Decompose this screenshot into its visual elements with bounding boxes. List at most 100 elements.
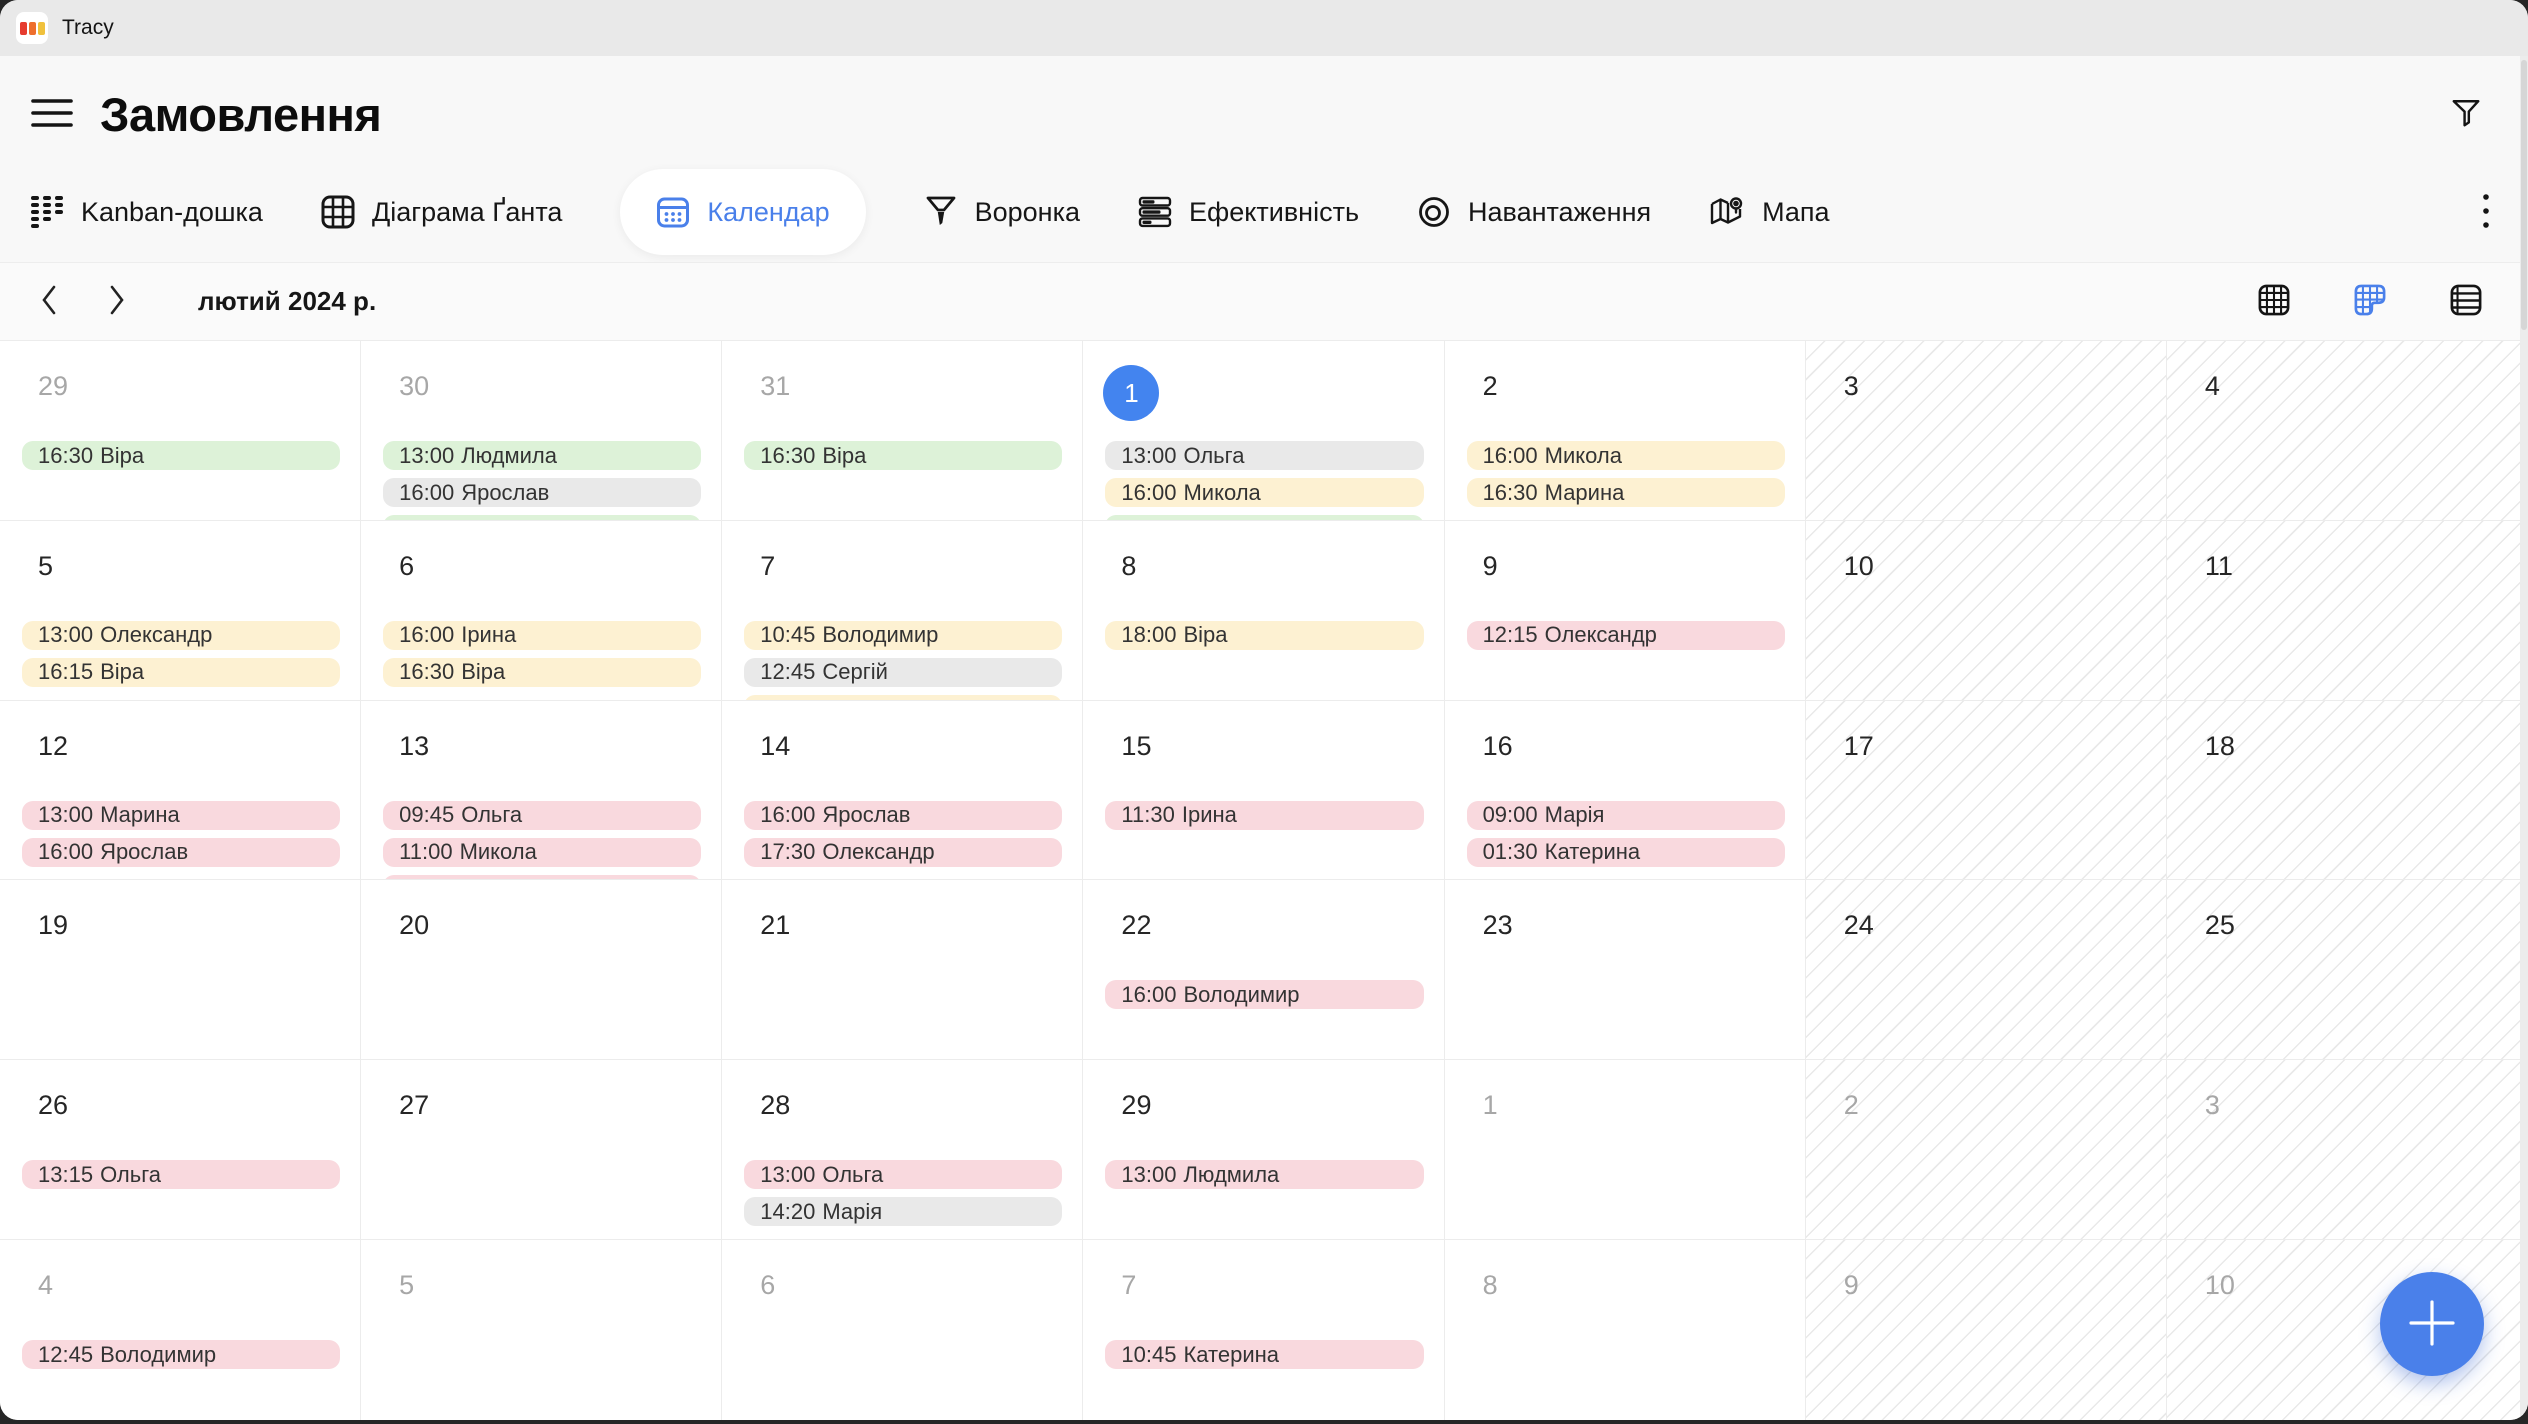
event-pill[interactable]: 16:00 Володимир [1105,980,1424,1010]
event-pill[interactable]: 13:00 Ольга [744,1160,1063,1190]
event-pill[interactable]: 12:45 Сергій [744,657,1063,687]
tab-map[interactable]: Мапа [1709,195,1830,229]
day-cell-30[interactable]: 3013:00Людмила16:00Ярослав16:30Олександр [361,341,723,521]
day-cell-31[interactable]: 31 16:30 Віра [722,341,1084,521]
day-cell-8[interactable]: 8 18:00 Віра [1083,520,1445,701]
day-cell-23[interactable]: 23 [1444,880,1806,1061]
event-pill[interactable]: 01:30 Катерина [1466,837,1785,867]
day-cell-6[interactable]: 6 [722,1240,1084,1420]
event-pill[interactable]: 16:00 Ярослав [383,478,702,507]
event-pill[interactable]: 09:00 Марія [1466,800,1785,830]
next-month-button[interactable] [108,284,126,319]
day-cell-17[interactable]: 17 [1805,700,2167,881]
event-pill[interactable]: 14:20 Марія [744,1197,1063,1227]
event-name: Володимир [822,622,939,648]
tab-calendar[interactable]: Календар [620,169,866,255]
day-cell-2[interactable]: 2 16:00 Микола 16:30 Марина [1444,341,1806,521]
day-cell-7[interactable]: 710:45Володимир12:45Сергій16:30Віра [722,520,1084,701]
event-pill[interactable]: 16:00 Ярослав [22,837,341,867]
day-cell-12[interactable]: 12 13:00 Марина 16:00 Ярослав [0,700,362,881]
day-cell-25[interactable]: 25 [2166,880,2528,1061]
day-events: 10:45 Катерина [1105,1340,1424,1370]
day-cell-19[interactable]: 19 [0,880,362,1061]
day-cell-10[interactable]: 10 [1805,520,2167,701]
add-order-button[interactable] [2380,1272,2484,1376]
day-cell-9[interactable]: 9 [1805,1240,2167,1420]
event-pill[interactable]: 16:30 Марина [1466,478,1785,507]
multiweek-view-button[interactable] [2354,284,2386,319]
event-pill[interactable]: 16:30Віра [744,441,1063,470]
day-cell-1[interactable]: 1 [1444,1060,1806,1241]
day-cell-5[interactable]: 5 [361,1240,723,1420]
event-name: Віра [461,659,506,685]
event-pill[interactable]: 17:30 Олександр [744,837,1063,867]
day-cell-5[interactable]: 5 13:00 Олександр 16:15 Віра [0,520,362,701]
event-pill[interactable]: 13:00 Олександр [22,620,341,650]
scrollbar[interactable] [2520,56,2528,1420]
day-cell-16[interactable]: 16 09:00 Марія 01:30 Катерина [1444,700,1806,881]
tab-gantt[interactable]: Діаграма Ґанта [321,195,562,229]
day-cell-7[interactable]: 7 10:45 Катерина [1083,1240,1445,1420]
month-view-button[interactable] [2258,284,2290,319]
event-pill[interactable]: 16:00 Ірина [383,620,702,650]
event-pill[interactable]: 12:15 Олександр [1466,620,1785,650]
event-pill[interactable]: 16:00 Микола [1466,441,1785,470]
day-cell-14[interactable]: 14 16:00 Ярослав 17:30 Олександр [722,700,1084,881]
more-options-button[interactable] [2480,192,2492,233]
day-cell-8[interactable]: 8 [1445,1240,1806,1420]
day-cell-2[interactable]: 2 [1805,1060,2167,1241]
event-pill[interactable]: 16:30Віра [22,441,341,470]
event-pill[interactable]: 10:45 Володимир [744,620,1063,650]
day-cell-4[interactable]: 4 [2166,341,2528,521]
event-pill[interactable]: 13:00 Людмила [1105,1160,1424,1190]
event-pill[interactable]: 18:00 Віра [1105,620,1424,650]
event-pill[interactable]: 11:30 Ірина [1105,800,1424,830]
table-view-button[interactable] [2450,284,2482,319]
day-number: 7 [760,550,776,581]
day-cell-21[interactable]: 21 [722,880,1084,1061]
day-cell-9[interactable]: 9 12:15 Олександр [1444,520,1806,701]
day-cell-11[interactable]: 11 [2166,520,2528,701]
prev-month-button[interactable] [40,284,58,319]
day-cell-18[interactable]: 18 [2166,700,2528,881]
kanban-icon [30,194,64,230]
event-pill[interactable]: 13:15 Ольга [22,1160,341,1190]
day-number: 10 [2204,1270,2235,1301]
tab-funnel[interactable]: Воронка [924,195,1080,229]
tab-kanban[interactable]: Kanban-дошка [30,194,263,230]
event-pill[interactable]: 13:00 Ольга [1105,441,1424,470]
scrollbar-thumb[interactable] [2521,60,2527,330]
tab-load[interactable]: Навантаження [1417,195,1651,229]
event-name: Людмила [1183,1161,1280,1187]
day-cell-13[interactable]: 1309:45Ольга11:00Микола17:30Катерина [361,700,723,881]
event-pill[interactable]: 16:30Віра [383,657,702,687]
view-tabs: Kanban-дошка Діаграма Ґанта Календар Воронк… [0,162,2528,262]
event-pill[interactable]: 16:00 Ярослав [744,800,1063,830]
day-cell-20[interactable]: 20 [361,880,723,1061]
event-pill[interactable]: 16:15 Віра [22,657,341,687]
day-cell-6[interactable]: 6 16:00 Ірина 16:30 Віра [361,520,723,701]
event-pill[interactable]: 13:00 Марина [22,800,341,830]
calendar-grid: 2916:30Віра3013:00Людмила16:00Ярослав16:… [0,340,2528,1420]
event-pill[interactable]: 09:45 Ольга [383,800,702,830]
day-cell-3[interactable]: 3 [1805,341,2167,521]
day-cell-22[interactable]: 22 16:00 Володимир [1083,880,1445,1061]
day-cell-15[interactable]: 15 11:30 Ірина [1083,700,1445,881]
day-cell-3[interactable]: 3 [2166,1060,2528,1241]
event-pill[interactable]: 11:00 Микола [383,837,702,867]
event-pill[interactable]: 13:00 Людмила [383,441,702,470]
filter-button[interactable] [2450,97,2482,132]
day-cell-29[interactable]: 29 13:00 Людмила [1083,1060,1445,1241]
event-pill[interactable]: 16:00 Микола [1105,478,1424,507]
day-cell-1[interactable]: 113:00Ольга16:00Микола16:30Сергій [1083,341,1445,521]
day-cell-26[interactable]: 26 13:15 Ольга [0,1060,362,1241]
day-cell-27[interactable]: 27 [361,1060,723,1241]
event-pill[interactable]: 10:45 Катерина [1105,1340,1424,1370]
event-pill[interactable]: 12:45 Володимир [22,1340,341,1370]
day-cell-24[interactable]: 24 [1805,880,2167,1061]
day-cell-29[interactable]: 29 16:30 Віра [0,341,362,521]
day-cell-28[interactable]: 28 13:00 Ольга 14:20 Марія [722,1060,1084,1241]
day-cell-4[interactable]: 4 12:45 Володимир [0,1240,362,1420]
tab-efficiency[interactable]: Ефективність [1138,195,1359,229]
menu-button[interactable] [30,95,74,134]
